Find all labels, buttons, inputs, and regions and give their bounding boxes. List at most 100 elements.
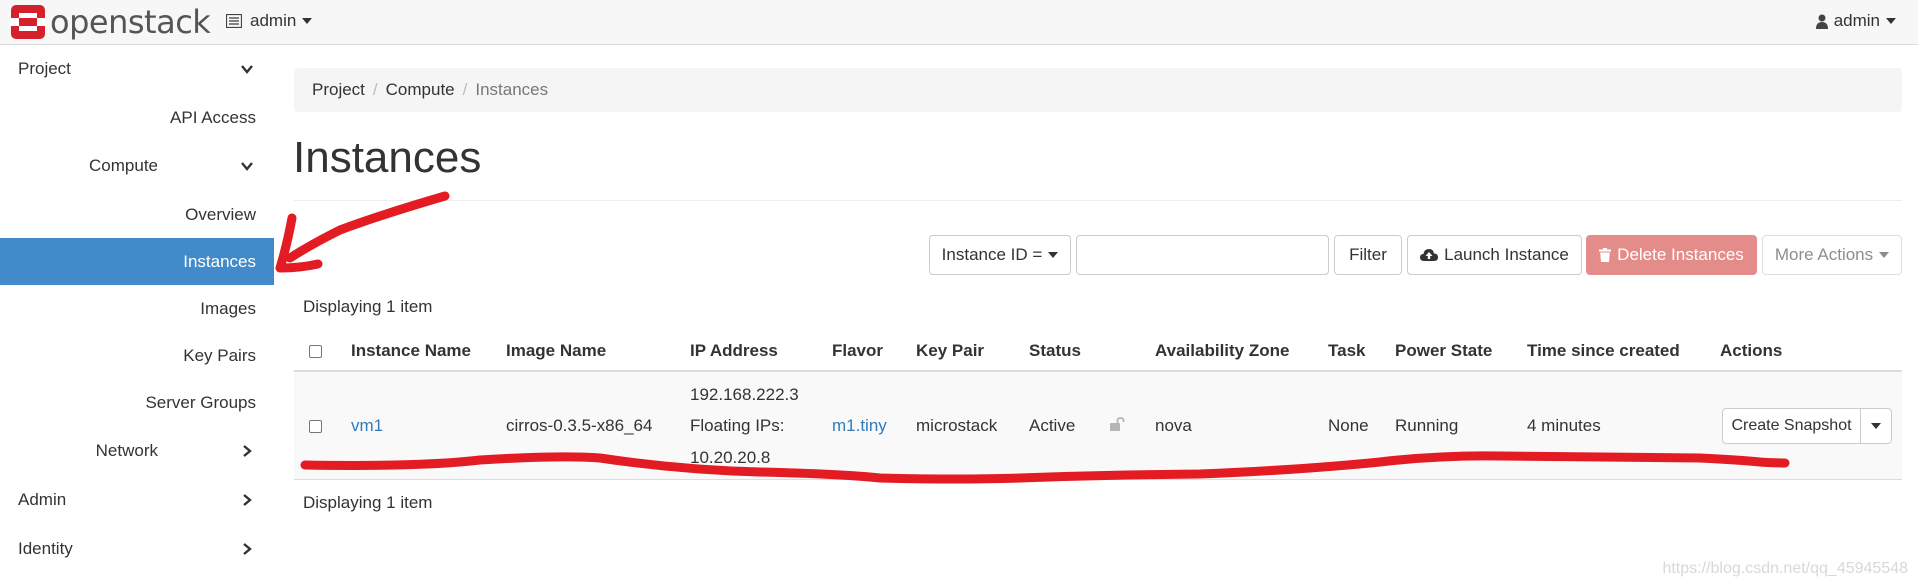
chevron-right-icon (243, 444, 252, 457)
sidebar-item-label: Key Pairs (183, 345, 256, 365)
fixed-ip: 192.168.222.3 (690, 385, 799, 404)
sidebar-item-label: Compute (89, 155, 158, 175)
select-all-checkbox[interactable] (309, 345, 322, 358)
filter-field-dropdown[interactable]: Instance ID = (929, 235, 1071, 275)
caret-down-icon (1871, 423, 1881, 429)
breadcrumb-project[interactable]: Project (312, 80, 365, 100)
launch-instance-button[interactable]: Launch Instance (1407, 235, 1582, 275)
item-count-bottom: Displaying 1 item (303, 493, 433, 512)
chevron-down-icon (241, 161, 253, 171)
table-row: vm1 cirros-0.3.5-x86_64 192.168.222.3 Fl… (294, 372, 1902, 480)
breadcrumb-compute[interactable]: Compute (386, 80, 455, 100)
sidebar-item-label: API Access (170, 107, 256, 127)
breadcrumb-separator: / (372, 80, 378, 99)
sidebar-item-admin[interactable]: Admin (0, 476, 274, 523)
user-name: admin (1833, 11, 1880, 30)
sidebar-item-network[interactable]: Network (0, 427, 274, 474)
filter-button[interactable]: Filter (1334, 235, 1402, 275)
column-ip-address[interactable]: IP Address (690, 341, 778, 361)
openstack-logo-icon (10, 5, 46, 39)
column-flavor[interactable]: Flavor (832, 341, 883, 361)
sidebar-item-label: Instances (183, 251, 256, 271)
row-actions-dropdown-toggle[interactable] (1861, 409, 1891, 443)
item-count-top: Displaying 1 item (303, 297, 433, 316)
caret-down-icon (1879, 252, 1890, 258)
breadcrumb: Project / Compute / Instances (294, 68, 1902, 112)
project-name: admin (250, 11, 297, 30)
flavor-link[interactable]: m1.tiny (832, 416, 887, 436)
create-snapshot-button[interactable]: Create Snapshot (1723, 409, 1861, 443)
sidebar-item-compute[interactable]: Compute (0, 142, 274, 189)
sidebar-item-label: Identity (18, 538, 73, 558)
launch-instance-label: Launch Instance (1444, 245, 1569, 264)
sidebar: Project API Access Compute Overview Inst… (0, 45, 274, 588)
column-actions: Actions (1720, 341, 1783, 360)
breadcrumb-instances: Instances (475, 80, 549, 99)
sidebar-item-label: Server Groups (145, 392, 256, 412)
cloud-upload-icon (1420, 249, 1439, 261)
column-time-since-created[interactable]: Time since created (1527, 341, 1680, 361)
image-name: cirros-0.3.5-x86_64 (506, 416, 653, 435)
filter-field-label: Instance ID = (941, 245, 1043, 264)
key-pair: microstack (916, 416, 998, 435)
filter-button-label: Filter (1349, 245, 1387, 264)
task-value: None (1328, 416, 1369, 435)
floating-ips-label: Floating IPs: (690, 416, 785, 435)
chevron-right-icon (243, 542, 252, 555)
column-key-pair[interactable]: Key Pair (916, 341, 984, 361)
page-title: Instances (293, 133, 482, 182)
annotation-arrow-head (275, 213, 323, 273)
unlock-icon (1110, 417, 1125, 431)
column-status[interactable]: Status (1029, 341, 1081, 361)
column-task[interactable]: Task (1328, 341, 1366, 361)
top-navbar: openstack admin admin (0, 0, 1918, 45)
user-menu[interactable]: admin (1815, 11, 1896, 31)
availability-zone: nova (1155, 416, 1192, 435)
delete-instances-button[interactable]: Delete Instances (1586, 235, 1757, 275)
sidebar-item-overview[interactable]: Overview (0, 191, 274, 238)
column-instance-name[interactable]: Instance Name (351, 341, 471, 361)
chevron-down-icon (241, 64, 253, 74)
more-actions-dropdown[interactable]: More Actions (1762, 235, 1902, 275)
breadcrumb-separator: / (462, 80, 468, 99)
brand-text: openstack (50, 3, 211, 41)
sidebar-item-key-pairs[interactable]: Key Pairs (0, 332, 274, 379)
sidebar-item-project[interactable]: Project (0, 45, 274, 92)
chevron-right-icon (243, 493, 252, 506)
floating-ip: 10.20.20.8 (690, 448, 771, 467)
sidebar-item-label: Network (95, 440, 158, 460)
sidebar-item-instances[interactable]: Instances (0, 238, 274, 285)
instances-table-header: Instance Name Image Name IP Address Flav… (294, 330, 1902, 372)
title-divider (294, 200, 1902, 201)
trash-icon (1599, 248, 1612, 262)
row-actions: Create Snapshot (1722, 408, 1892, 444)
more-actions-label: More Actions (1774, 245, 1874, 264)
sidebar-item-images[interactable]: Images (0, 285, 274, 332)
time-since-created: 4 minutes (1527, 416, 1601, 435)
row-checkbox[interactable] (309, 420, 322, 433)
column-image-name[interactable]: Image Name (506, 341, 606, 361)
power-state: Running (1395, 416, 1459, 435)
annotation-arrow-shaft (285, 191, 450, 263)
sidebar-item-label: Project (18, 58, 71, 78)
filter-input[interactable] (1076, 235, 1329, 275)
create-snapshot-label: Create Snapshot (1731, 417, 1852, 434)
project-picker[interactable]: admin (226, 11, 313, 31)
sidebar-item-api-access[interactable]: API Access (0, 94, 274, 141)
brand-logo[interactable]: openstack (10, 3, 211, 41)
status-value: Active (1029, 416, 1076, 435)
column-availability-zone[interactable]: Availability Zone (1155, 341, 1289, 361)
column-power-state[interactable]: Power State (1395, 341, 1492, 361)
caret-down-icon (1886, 18, 1896, 24)
user-icon (1815, 14, 1828, 29)
watermark: https://blog.csdn.net/qq_45945548 (1662, 560, 1908, 577)
sidebar-item-server-groups[interactable]: Server Groups (0, 379, 274, 426)
instance-name-link[interactable]: vm1 (351, 416, 383, 436)
delete-instances-label: Delete Instances (1617, 245, 1744, 264)
caret-down-icon (302, 18, 313, 24)
sidebar-item-label: Admin (18, 489, 67, 509)
caret-down-icon (1048, 252, 1059, 258)
server-list-icon (226, 14, 242, 28)
sidebar-item-label: Images (200, 298, 256, 318)
sidebar-item-identity[interactable]: Identity (0, 525, 274, 572)
